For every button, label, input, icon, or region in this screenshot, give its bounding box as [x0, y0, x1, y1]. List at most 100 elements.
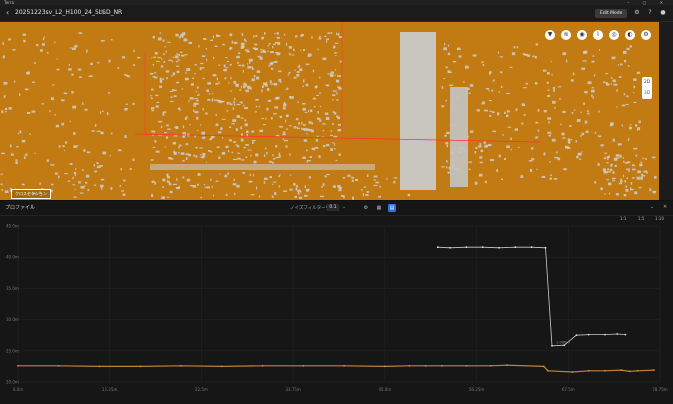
cloud-point	[615, 193, 619, 196]
cloud-point	[2, 55, 5, 59]
cloud-point	[197, 173, 201, 176]
cloud-point	[612, 179, 615, 182]
cloud-point	[268, 65, 271, 67]
cloud-point	[249, 61, 251, 64]
cloud-point	[351, 176, 355, 179]
cloud-point	[214, 45, 218, 47]
camera-icon[interactable]: ◐	[625, 30, 635, 40]
cloud-point	[172, 141, 177, 145]
cloud-point	[336, 32, 338, 35]
cloud-point	[61, 122, 65, 126]
cloud-point	[100, 184, 104, 188]
cloud-point	[342, 177, 346, 179]
cloud-point	[240, 159, 245, 161]
cloud-point	[484, 180, 487, 184]
cloud-point	[71, 91, 74, 94]
data-point	[139, 365, 142, 368]
close-icon[interactable]: ✕	[663, 204, 667, 210]
cloud-point	[208, 93, 211, 95]
edit-mode-button[interactable]: Edit Mode	[595, 9, 628, 18]
point-cloud-canvas[interactable]	[0, 22, 659, 200]
cloud-point	[175, 81, 180, 84]
cloud-point	[640, 176, 643, 180]
point-icon[interactable]: ◉	[577, 30, 587, 40]
cloud-point	[268, 43, 271, 45]
arrow-left-icon[interactable]: ‹	[6, 8, 9, 17]
cloud-point	[629, 124, 632, 126]
cloud-point	[122, 56, 125, 59]
cloud-point	[585, 130, 589, 133]
cloud-point	[283, 33, 286, 36]
cloud-point	[244, 83, 247, 87]
cloud-point	[253, 173, 255, 177]
data-point	[506, 364, 508, 367]
cloud-point	[393, 180, 396, 184]
layout-icon[interactable]: ▤	[388, 204, 396, 212]
cloud-point	[536, 168, 538, 170]
point-cloud-view[interactable]: クロスセクション	[0, 22, 659, 200]
cloud-point	[627, 65, 630, 67]
filter-icon[interactable]: ▼	[545, 30, 555, 40]
layers-icon[interactable]: ≋	[561, 30, 571, 40]
data-point	[343, 364, 345, 367]
cloud-point	[474, 181, 478, 185]
cloud-point	[263, 177, 268, 180]
cloud-point	[302, 124, 306, 126]
cloud-point	[274, 145, 277, 147]
cloud-point	[315, 146, 319, 149]
settings-icon[interactable]: ⚙	[641, 30, 651, 40]
cloud-point	[311, 147, 315, 151]
cloud-point	[332, 123, 334, 125]
cloud-point	[518, 146, 520, 148]
user-icon[interactable]: ●	[659, 9, 667, 17]
measure-icon[interactable]: ◎	[609, 30, 619, 40]
view-3d-button[interactable]: 3D	[642, 88, 652, 99]
gear-icon[interactable]: ⚙	[633, 9, 641, 17]
profile-chart[interactable]: 0.0m 11.25m 22.5m 33.75m 45.0m 56.25m 67.5m 78.…	[0, 220, 673, 404]
cloud-point	[336, 92, 338, 95]
cloud-point	[100, 131, 104, 135]
cloud-point	[238, 64, 242, 67]
cloud-point	[186, 178, 191, 182]
cloud-point	[58, 175, 60, 179]
cloud-point	[313, 106, 316, 108]
help-icon[interactable]: ?	[646, 9, 654, 17]
profile-icon[interactable]: ⌇	[593, 30, 603, 40]
cloud-point	[603, 170, 608, 174]
cloud-point	[260, 51, 263, 53]
collapse-icon[interactable]: ⌄	[650, 204, 654, 210]
cloud-point	[85, 181, 88, 184]
cloud-point	[251, 130, 255, 133]
cloud-point	[78, 181, 81, 184]
chevron-down-icon[interactable]: ⌄	[342, 204, 346, 210]
cloud-point	[200, 124, 202, 126]
cloud-point	[199, 147, 203, 149]
pencil-icon[interactable]: ✎	[100, 9, 105, 16]
chart-icon[interactable]: ▦	[375, 204, 383, 212]
cloud-point	[447, 52, 451, 56]
view-2d-button[interactable]: 2D	[642, 77, 652, 88]
cloud-point	[319, 105, 322, 108]
section-label[interactable]: クロスセクション	[11, 189, 51, 199]
cloud-point	[567, 147, 571, 149]
data-point	[498, 246, 500, 249]
cloud-point	[373, 175, 378, 178]
cloud-point	[506, 92, 510, 95]
cloud-point	[73, 196, 77, 198]
view-mode-toggle[interactable]: 2D 3D	[642, 77, 652, 99]
cloud-point	[162, 78, 164, 80]
settings-icon[interactable]: ⚙	[362, 204, 370, 212]
noise-filter-value[interactable]: 0.1	[327, 204, 339, 211]
export-icon[interactable]: ⇪	[30, 204, 34, 210]
cloud-point	[265, 147, 267, 150]
cloud-point	[630, 188, 634, 191]
cloud-point	[150, 159, 154, 161]
cloud-point	[212, 194, 214, 197]
cloud-point	[132, 102, 135, 105]
cloud-point	[312, 97, 317, 100]
cloud-point	[198, 44, 200, 48]
cloud-point	[489, 71, 491, 75]
cloud-point	[561, 132, 565, 136]
cloud-point	[86, 151, 91, 154]
cloud-point	[79, 192, 84, 194]
